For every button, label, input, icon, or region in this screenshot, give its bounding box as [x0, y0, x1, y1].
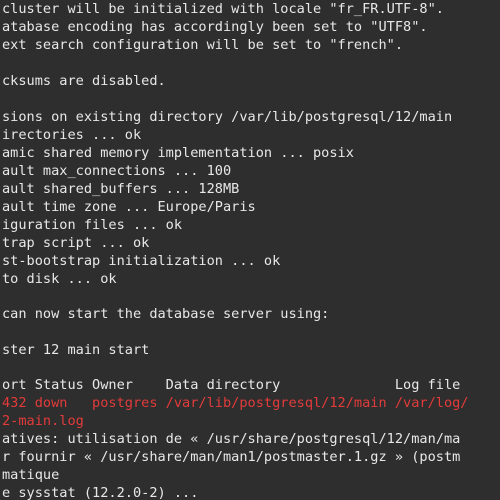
- terminal-line: cksums are disabled.: [2, 73, 166, 89]
- terminal-line: sions on existing directory /var/lib/pos…: [2, 109, 453, 125]
- terminal-line: ort Status Owner Data directory Log file: [2, 377, 461, 393]
- terminal-line: ster 12 main start: [2, 342, 150, 358]
- terminal-line: atabase encoding has accordingly been se…: [2, 19, 428, 35]
- terminal-line: r fournir « /usr/share/man/man1/postmast…: [2, 449, 461, 465]
- terminal-line: ault time zone ... Europe/Paris: [2, 199, 256, 215]
- terminal-line: ault max_connections ... 100: [2, 163, 232, 179]
- terminal-output[interactable]: cluster will be initialized with locale …: [0, 0, 500, 500]
- terminal-line: ext search configuration will be set to …: [2, 37, 404, 53]
- terminal-line: 432 down postgres /var/lib/postgresql/12…: [2, 395, 469, 411]
- terminal-line: st-bootstrap initialization ... ok: [2, 253, 281, 269]
- terminal-line: iguration files ... ok: [2, 217, 183, 233]
- terminal-line: to disk ... ok: [2, 271, 117, 287]
- terminal-line: atives: utilisation de « /usr/share/post…: [2, 431, 461, 447]
- terminal-line: e sysstat (12.2.0-2) ...: [2, 485, 199, 500]
- terminal-line: 2-main.log: [2, 413, 84, 429]
- terminal-line: irectories ... ok: [2, 127, 142, 143]
- terminal-line: matique: [2, 467, 60, 483]
- terminal-line: amic shared memory implementation ... po…: [2, 145, 354, 161]
- terminal-line: can now start the database server using:: [2, 306, 330, 322]
- terminal-line: ault shared_buffers ... 128MB: [2, 181, 240, 197]
- terminal-line: cluster will be initialized with locale …: [2, 1, 444, 17]
- terminal-line: trap script ... ok: [2, 235, 150, 251]
